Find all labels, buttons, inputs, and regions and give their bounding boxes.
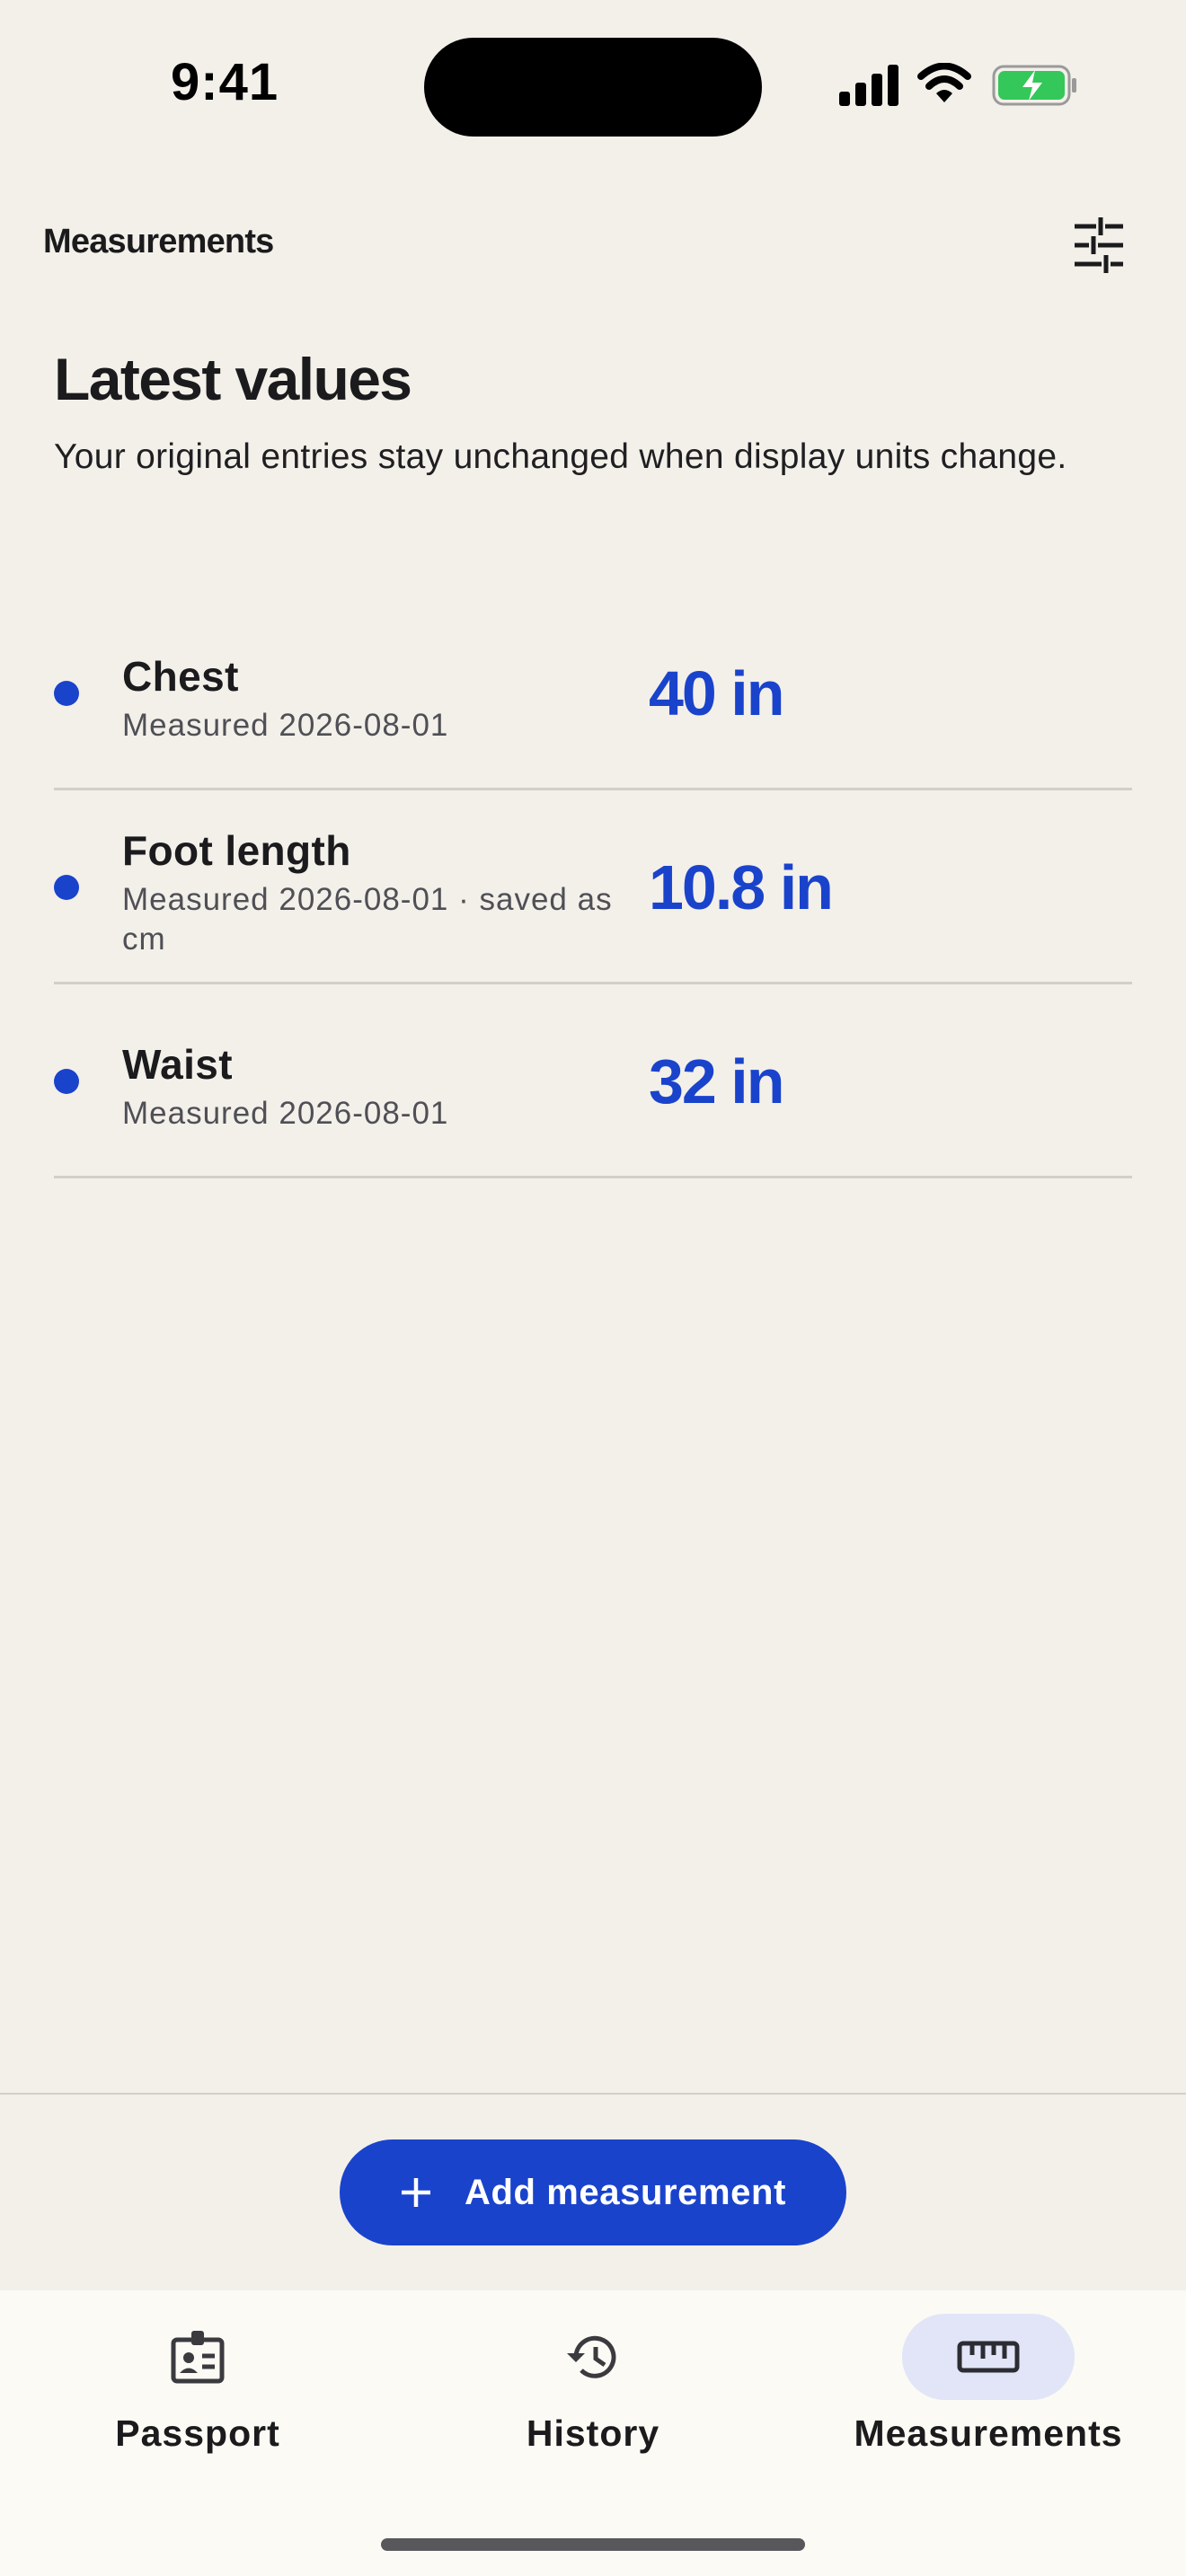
measurement-dot [54, 1069, 79, 1094]
measurement-row-chest[interactable]: Chest Measured 2026-08-01 40 in [54, 596, 1132, 790]
measurement-meta: Measured 2026-08-01 [122, 708, 449, 743]
measurement-name: Foot length [122, 827, 351, 874]
measurement-row-foot-length[interactable]: Foot length Measured 2026-08-01 · saved … [54, 790, 1132, 984]
measurements-screen: 9:41 Measurements Latest values Your ori… [0, 0, 1186, 2576]
measurement-meta: Measured 2026-08-01 · saved as cm [122, 882, 613, 957]
tab-label: Measurements [854, 2413, 1123, 2454]
tab-label: Passport [115, 2413, 280, 2454]
history-icon [567, 2335, 616, 2378]
tab-label: History [526, 2413, 660, 2454]
add-measurement-label: Add measurement [465, 2172, 786, 2212]
tab-measurements[interactable]: Measurements [791, 2290, 1186, 2506]
sliders-icon[interactable] [1069, 216, 1128, 275]
tab-passport[interactable]: Passport [0, 2290, 395, 2506]
measurement-value: 32 in [649, 1046, 785, 1116]
section-title: Latest values [54, 346, 412, 412]
measurement-name: Waist [122, 1041, 233, 1088]
status-time: 9:41 [171, 53, 279, 111]
bottom-action-area: Add measurement [0, 2093, 1186, 2290]
home-indicator [381, 2538, 805, 2551]
measurement-dot [54, 681, 79, 706]
cellular-signal-icon [839, 65, 898, 106]
tab-history[interactable]: History [395, 2290, 791, 2506]
measurement-value: 40 in [649, 658, 785, 728]
battery-charging-icon [992, 65, 1076, 106]
measurement-dot [54, 875, 79, 900]
ruler-icon [957, 2341, 1020, 2373]
tab-icon-container [902, 2314, 1075, 2400]
tab-icon-container [507, 2314, 679, 2400]
plus-icon [402, 2178, 430, 2207]
id-badge-icon [171, 2331, 225, 2384]
measurement-name: Chest [122, 653, 239, 700]
measurement-value: 10.8 in [649, 852, 834, 922]
status-bar: 9:41 [0, 0, 1186, 171]
measurement-meta: Measured 2026-08-01 [122, 1096, 449, 1131]
measurement-row-waist[interactable]: Waist Measured 2026-08-01 32 in [54, 984, 1132, 1178]
measurement-list: Chest Measured 2026-08-01 40 in Foot len… [54, 596, 1132, 1178]
dynamic-island [424, 38, 762, 137]
add-measurement-button[interactable]: Add measurement [340, 2139, 846, 2245]
tab-icon-container [111, 2314, 284, 2400]
section-subtitle: Your original entries stay unchanged whe… [54, 437, 1067, 476]
tab-bar: Passport History Measurements [0, 2290, 1186, 2576]
wifi-icon [917, 63, 971, 102]
app-title: Measurements [43, 223, 274, 260]
app-header: Measurements [0, 207, 1186, 280]
